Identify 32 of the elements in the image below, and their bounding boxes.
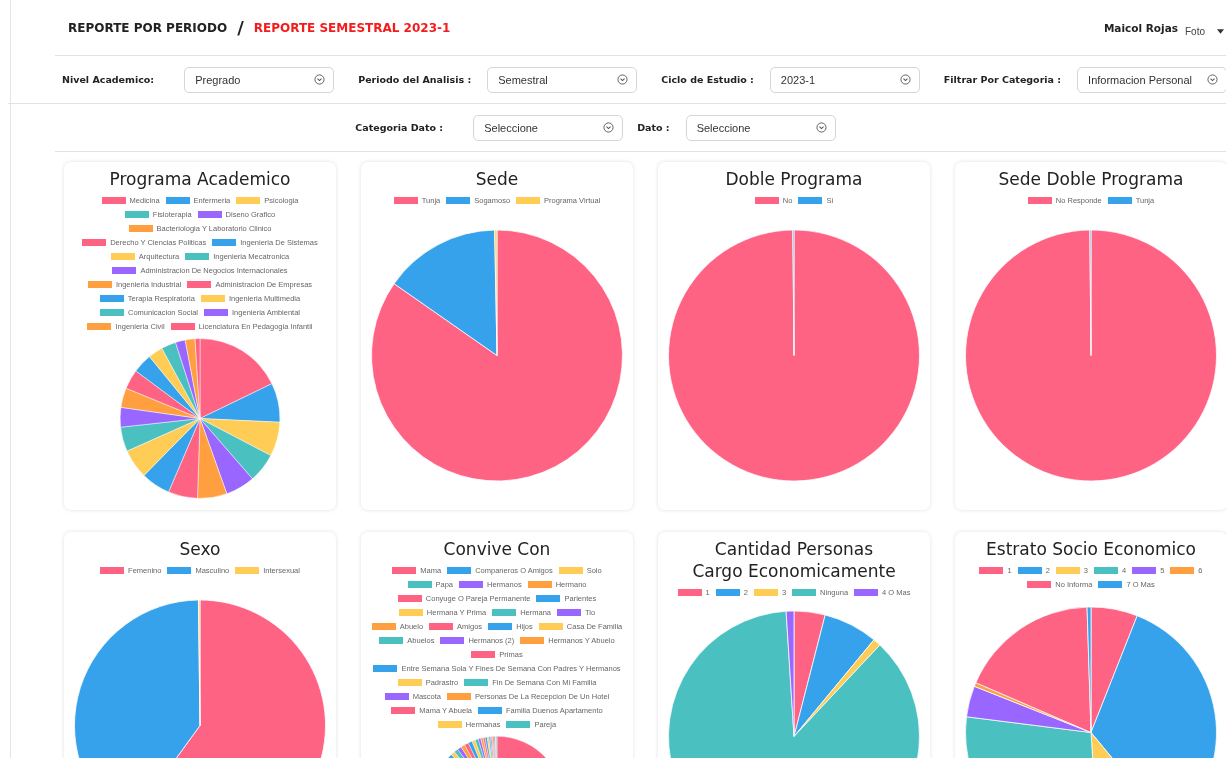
page-title: REPORTE SEMESTRAL 2023-1 xyxy=(253,20,451,35)
chart-title: Sexo xyxy=(178,538,222,560)
chevron-down-icon xyxy=(314,74,326,85)
chart-title: Convive Con xyxy=(442,538,552,560)
filter-label: Periodo del Analisis : xyxy=(358,74,472,85)
chart-title: Programa Academico xyxy=(108,168,292,190)
dropdown[interactable]: Seleccione xyxy=(473,114,624,141)
dropdown[interactable]: Seleccione xyxy=(685,114,836,141)
filter-label: Dato : xyxy=(637,122,670,133)
user-photo[interactable]: Foto xyxy=(1185,18,1205,37)
chevron-down-icon xyxy=(603,122,615,133)
chevron-down-icon xyxy=(1207,74,1219,85)
chart-title: Cantidad Personas Cargo Economicamente xyxy=(691,538,897,582)
chart-title: Estrato Socio Economico xyxy=(985,538,1197,560)
filter-label: Categoria Dato : xyxy=(355,122,444,133)
breadcrumb-separator: / xyxy=(237,17,244,38)
filter-label: Nivel Academico: xyxy=(62,74,155,85)
filter-label: Filtrar Por Categoria : xyxy=(943,74,1062,85)
dropdown[interactable]: Semestral xyxy=(487,66,638,93)
caret-icon[interactable] xyxy=(1217,29,1224,34)
dropdown[interactable]: 2023-1 xyxy=(769,66,920,93)
chevron-down-icon xyxy=(617,74,629,85)
user-name[interactable]: Maicol Rojas xyxy=(1103,22,1178,34)
chart-title: Doble Programa xyxy=(724,168,864,190)
chevron-down-icon xyxy=(815,122,827,133)
breadcrumb-section: REPORTE POR PERIODO xyxy=(68,20,228,35)
chart-title: Sede Doble Programa xyxy=(997,168,1185,190)
dropdown[interactable]: Informacion Personal xyxy=(1077,66,1226,93)
dropdown[interactable]: Pregrado xyxy=(184,66,335,93)
chevron-down-icon xyxy=(899,74,911,85)
filter-label: Ciclo de Estudio : xyxy=(661,74,754,85)
chart-title: Sede xyxy=(474,168,520,190)
